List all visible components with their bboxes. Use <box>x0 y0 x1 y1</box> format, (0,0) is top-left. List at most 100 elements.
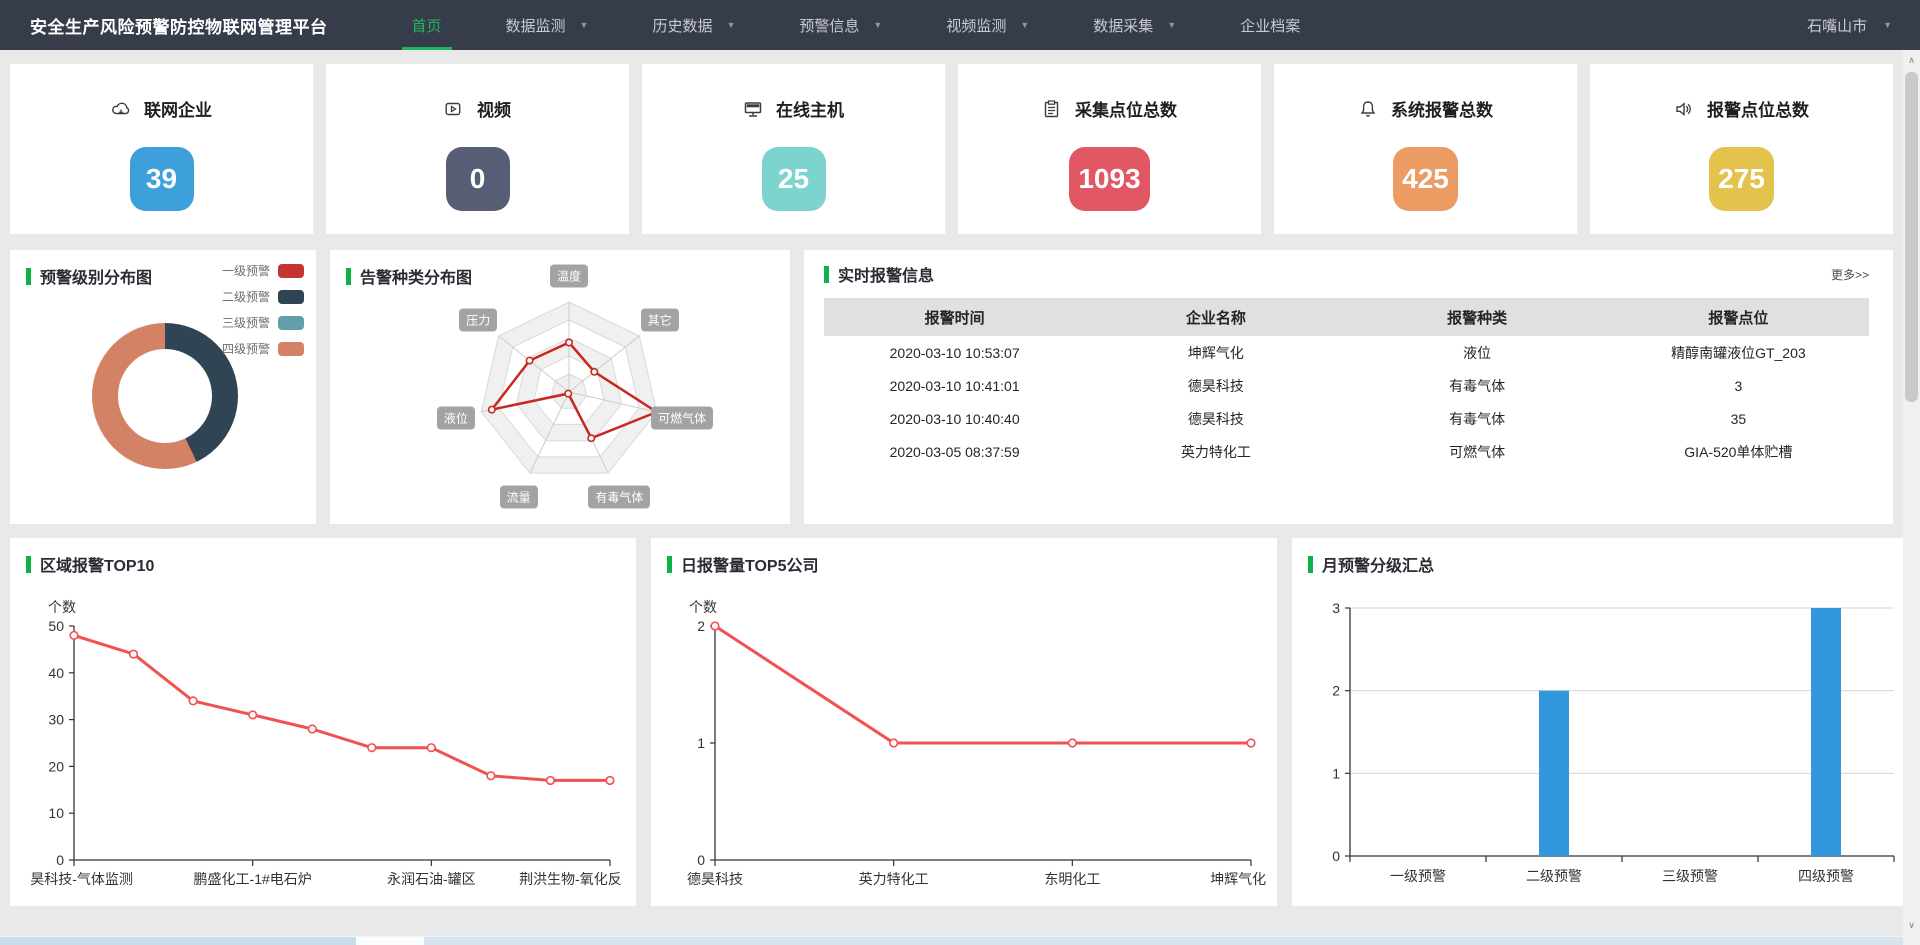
nav-item-5[interactable]: 视频监测▼ <box>940 0 1035 50</box>
svg-text:1: 1 <box>697 735 705 751</box>
table-row: 2020-03-10 10:40:40德昊科技有毒气体35 <box>824 402 1869 435</box>
table-col-header: 报警种类 <box>1347 298 1608 336</box>
legend-item-4[interactable]: 四级预警 <box>222 340 304 357</box>
stat-card-2[interactable]: 视频 0 <box>326 64 629 234</box>
video-icon <box>444 99 464 119</box>
table-cell: 35 <box>1608 402 1869 435</box>
panel-title-realtime: 实时报警信息 <box>824 262 934 286</box>
table-cell: 精醇南罐液位GT_203 <box>1608 336 1869 369</box>
scroll-up-icon[interactable]: ∧ <box>1903 52 1920 68</box>
chevron-down-icon: ▼ <box>1020 20 1029 30</box>
stat-card-4[interactable]: 采集点位总数 1093 <box>958 64 1261 234</box>
nav-item-2[interactable]: 数据监测 ▼ <box>500 0 595 50</box>
chevron-down-icon: ▼ <box>873 20 882 30</box>
radar-axis-label: 有毒气体 <box>588 485 650 508</box>
table-cell: 3 <box>1608 369 1869 402</box>
stat-card-value: 1093 <box>1069 147 1149 211</box>
svg-text:一级预警: 一级预警 <box>1390 868 1446 884</box>
top-nav: 安全生产风险预警防控物联网管理平台 首页数据监测▼历史数据▼预警信息▼视频监测▼… <box>0 0 1920 50</box>
svg-text:0: 0 <box>1332 848 1340 864</box>
svg-text:三级预警: 三级预警 <box>1662 868 1718 884</box>
table-cell: 2020-03-10 10:40:40 <box>824 402 1085 435</box>
svg-text:50: 50 <box>48 618 64 634</box>
table-row: 2020-03-10 10:41:01德昊科技有毒气体3 <box>824 369 1869 402</box>
table-cell: GIA-520单体贮槽 <box>1608 435 1869 468</box>
table-row: 2020-03-10 10:53:07坤辉气化液位精醇南罐液位GT_203 <box>824 336 1869 369</box>
nav-item-label: 企业档案 <box>1240 15 1300 36</box>
legend-item-3[interactable]: 三级预警 <box>222 314 304 331</box>
svg-text:个数: 个数 <box>48 599 76 615</box>
region-label: 石嘴山市 <box>1807 15 1867 36</box>
stat-card-1[interactable]: 联网企业39 <box>10 64 313 234</box>
panel-daily-top5: 日报警量TOP5公司 012个数德昊科技英力特化工东明化工坤辉气化 <box>651 538 1277 906</box>
panel-title-daily-top5: 日报警量TOP5公司 <box>667 552 1267 576</box>
svg-text:坤辉气化: 坤辉气化 <box>1210 871 1266 887</box>
page-scrollbar[interactable]: ∧ ∨ <box>1903 50 1920 945</box>
chevron-down-icon: ▼ <box>580 20 589 30</box>
panel-realtime-alarms: 实时报警信息 更多>> 报警时间企业名称报警种类报警点位 2020-03-10 … <box>804 250 1893 524</box>
title-marker <box>667 556 672 573</box>
stat-card-head: 采集点位总数 <box>1042 96 1177 121</box>
stat-card-value: 0 <box>446 147 510 211</box>
panel-region-top10: 区域报警TOP10 01020304050个数昊科技-气体监测鹏盛化工-1#电石… <box>10 538 636 906</box>
region-selector[interactable]: 石嘴山市 ▼ <box>1807 0 1892 50</box>
stat-card-label: 报警点位总数 <box>1707 96 1809 121</box>
nav-item-6[interactable]: 数据采集▼ <box>1087 0 1182 50</box>
nav-item-3[interactable]: 历史数据▼ <box>646 0 741 50</box>
stat-card-head: 系统报警总数 <box>1358 96 1493 121</box>
legend-label: 三级预警 <box>222 314 270 331</box>
nav-item-label: 数据采集 <box>1093 15 1153 36</box>
table-cell: 2020-03-05 08:37:59 <box>824 435 1085 468</box>
nav-item-7[interactable]: 企业档案 <box>1234 0 1306 50</box>
legend-item-1[interactable]: 一级预警 <box>222 262 304 279</box>
more-link[interactable]: 更多>> <box>1831 266 1869 283</box>
stat-card-value: 39 <box>130 147 194 211</box>
svg-text:20: 20 <box>48 758 64 774</box>
stat-card-head: 报警点位总数 <box>1674 96 1809 121</box>
svg-text:永润石油-罐区: 永润石油-罐区 <box>387 871 476 887</box>
cloud-link-icon <box>111 99 131 119</box>
clipboard-icon <box>1042 99 1062 119</box>
panel-warn-level: 预警级别分布图 一级预警二级预警三级预警四级预警 <box>10 250 316 524</box>
legend-label: 二级预警 <box>222 288 270 305</box>
radar-axis-label: 流量 <box>500 485 538 508</box>
svg-text:四级预警: 四级预警 <box>1798 868 1854 884</box>
panel-monthly-summary: 月预警分级汇总 0123一级预警二级预警三级预警四级预警 <box>1292 538 1918 906</box>
legend-label: 一级预警 <box>222 262 270 279</box>
nav-item-4[interactable]: 预警信息 ▼ <box>793 0 888 50</box>
panel-title-text: 月预警分级汇总 <box>1322 552 1434 576</box>
app-title: 安全生产风险预警防控物联网管理平台 <box>30 13 328 38</box>
table-col-header: 企业名称 <box>1085 298 1346 336</box>
stat-card-6[interactable]: 报警点位总数 275 <box>1590 64 1893 234</box>
stat-card-label: 在线主机 <box>776 96 844 121</box>
title-marker <box>26 268 31 285</box>
legend-item-2[interactable]: 二级预警 <box>222 288 304 305</box>
table-cell: 有毒气体 <box>1347 402 1608 435</box>
panel-title-text: 区域报警TOP10 <box>40 552 154 576</box>
table-col-header: 报警时间 <box>824 298 1085 336</box>
svg-text:2: 2 <box>697 618 705 634</box>
stat-card-label: 视频 <box>477 96 511 121</box>
svg-text:德昊科技: 德昊科技 <box>687 871 743 887</box>
table-cell: 2020-03-10 10:53:07 <box>824 336 1085 369</box>
table-body: 2020-03-10 10:53:07坤辉气化液位精醇南罐液位GT_203202… <box>824 336 1869 468</box>
title-marker <box>1308 556 1313 573</box>
scroll-down-icon[interactable]: ∨ <box>1903 917 1920 933</box>
legend-swatch <box>278 264 304 278</box>
stat-card-3[interactable]: 在线主机25 <box>642 64 945 234</box>
svg-text:2: 2 <box>1332 683 1340 699</box>
nav-item-label: 首页 <box>412 15 442 36</box>
stat-card-5[interactable]: 系统报警总数425 <box>1274 64 1577 234</box>
chevron-down-icon: ▼ <box>726 20 735 30</box>
dashboard-main: 联网企业39视频0在线主机25采集点位总数1093系统报警总数425报警点位总数… <box>0 50 1920 906</box>
table-row: 2020-03-05 08:37:59英力特化工可燃气体GIA-520单体贮槽 <box>824 435 1869 468</box>
svg-text:0: 0 <box>56 852 64 868</box>
nav-item-1[interactable]: 首页 <box>406 0 448 50</box>
legend-label: 四级预警 <box>222 340 270 357</box>
svg-text:二级预警: 二级预警 <box>1526 868 1582 884</box>
next-section-peek-gap <box>356 937 424 945</box>
scrollbar-thumb[interactable] <box>1905 72 1918 402</box>
stat-card-value: 275 <box>1709 147 1774 211</box>
nav-item-label: 数据监测 <box>506 15 566 36</box>
nav-item-label: 预警信息 <box>799 15 859 36</box>
